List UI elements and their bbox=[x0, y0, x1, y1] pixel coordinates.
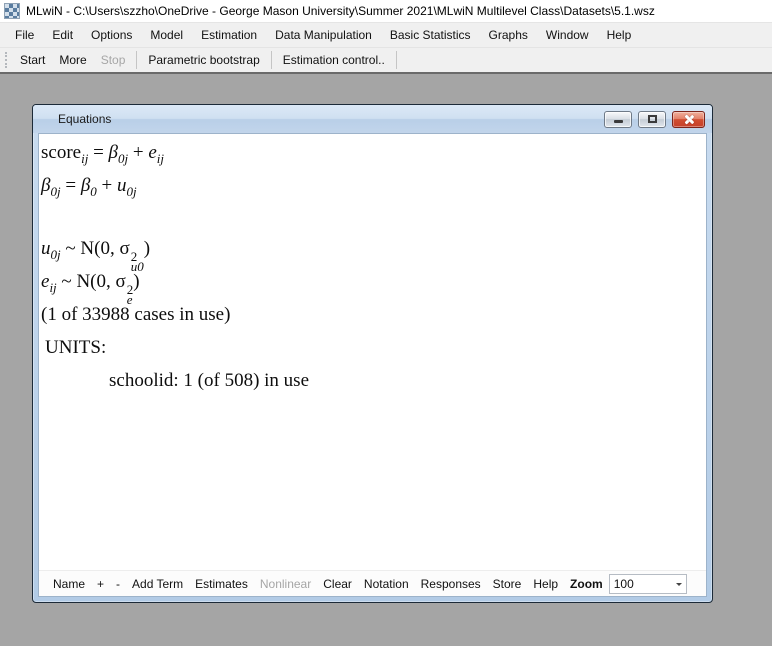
more-button[interactable]: More bbox=[52, 50, 93, 70]
eq-operator: + bbox=[97, 175, 117, 196]
notation-button[interactable]: Notation bbox=[358, 577, 415, 591]
app-title: MLwiN - C:\Users\szzho\OneDrive - George… bbox=[26, 4, 655, 18]
menu-window[interactable]: Window bbox=[537, 24, 598, 46]
restore-button[interactable] bbox=[638, 111, 666, 128]
toolbar-separator bbox=[396, 51, 397, 69]
clear-button[interactable]: Clear bbox=[317, 577, 358, 591]
chevron-down-glyph bbox=[676, 583, 682, 589]
window-controls bbox=[604, 111, 705, 128]
restore-icon bbox=[648, 115, 657, 123]
estimates-button[interactable]: Estimates bbox=[189, 577, 254, 591]
eq-term: u bbox=[41, 238, 51, 259]
eq-subscript: 0j bbox=[127, 184, 137, 199]
eq-subscript: ij bbox=[49, 280, 56, 295]
parametric-bootstrap-button[interactable]: Parametric bootstrap bbox=[141, 50, 266, 70]
menu-basic-statistics[interactable]: Basic Statistics bbox=[381, 24, 480, 46]
stop-button: Stop bbox=[94, 50, 133, 70]
close-button[interactable] bbox=[672, 111, 705, 128]
eq-term: β bbox=[109, 142, 118, 163]
minimize-icon bbox=[614, 120, 623, 123]
estimation-control-button[interactable]: Estimation control.. bbox=[276, 50, 392, 70]
app-titlebar: MLwiN - C:\Users\szzho\OneDrive - George… bbox=[0, 0, 772, 23]
units-schoolid-line: schoolid: 1 (of 508) in use bbox=[41, 364, 706, 397]
store-button[interactable]: Store bbox=[487, 577, 528, 591]
minimize-button[interactable] bbox=[604, 111, 632, 128]
eq-term: β bbox=[81, 175, 90, 196]
menu-edit[interactable]: Edit bbox=[43, 24, 82, 46]
eq-paren: ) bbox=[133, 271, 139, 292]
menu-data-manipulation[interactable]: Data Manipulation bbox=[266, 24, 381, 46]
start-button[interactable]: Start bbox=[13, 50, 52, 70]
eq-operator: = bbox=[88, 142, 108, 163]
toolbar-separator bbox=[136, 51, 137, 69]
mlwin-application-window: MLwiN - C:\Users\szzho\OneDrive - George… bbox=[0, 0, 772, 74]
menu-options[interactable]: Options bbox=[82, 24, 141, 46]
close-icon bbox=[683, 114, 694, 125]
zoom-combobox[interactable]: 100 bbox=[609, 574, 687, 594]
eq-subscript: 0j bbox=[50, 184, 60, 199]
eq-normal: N(0, bbox=[80, 238, 119, 259]
eq-sigma: σ bbox=[119, 238, 129, 259]
eq-term: score bbox=[41, 142, 81, 163]
menu-file[interactable]: File bbox=[6, 24, 43, 46]
remove-button[interactable]: - bbox=[110, 577, 126, 591]
menubar: File Edit Options Model Estimation Data … bbox=[0, 23, 772, 47]
equations-window: Equations scoreij = β0j + eij β0j = β0 +… bbox=[32, 104, 713, 603]
equations-bottom-toolbar: Name + - Add Term Estimates Nonlinear Cl… bbox=[39, 570, 706, 596]
eq-term: e bbox=[148, 142, 156, 163]
name-button[interactable]: Name bbox=[47, 577, 91, 591]
toolbar: Start More Stop Parametric bootstrap Est… bbox=[0, 47, 772, 74]
chevron-down-icon[interactable] bbox=[672, 579, 686, 589]
mdi-workspace: Equations scoreij = β0j + eij β0j = β0 +… bbox=[0, 75, 772, 646]
menu-estimation[interactable]: Estimation bbox=[192, 24, 266, 46]
equations-window-titlebar[interactable]: Equations bbox=[33, 105, 712, 133]
eq-operator: ~ bbox=[61, 238, 81, 259]
equations-window-title: Equations bbox=[58, 112, 111, 126]
eq-operator: = bbox=[61, 175, 81, 196]
menu-graphs[interactable]: Graphs bbox=[480, 24, 537, 46]
equation-intercept-line[interactable]: β0j = β0 + u0j bbox=[41, 169, 706, 202]
zoom-label: Zoom bbox=[564, 577, 606, 591]
equation-u-distribution-line[interactable]: u0j ~ N(0, σ2u0) bbox=[41, 232, 706, 265]
add-term-button[interactable]: Add Term bbox=[126, 577, 189, 591]
mlwin-app-icon bbox=[4, 3, 20, 19]
units-label: UNITS: bbox=[41, 331, 706, 364]
cases-in-use-line: (1 of 33988 cases in use) bbox=[41, 298, 706, 331]
eq-subscript: 0j bbox=[51, 247, 61, 262]
eq-operator: ~ bbox=[57, 271, 77, 292]
eq-term: u bbox=[117, 175, 127, 196]
responses-button[interactable]: Responses bbox=[415, 577, 487, 591]
eq-subscript: 0j bbox=[118, 151, 128, 166]
menu-model[interactable]: Model bbox=[141, 24, 192, 46]
eq-sigma: σ bbox=[116, 271, 126, 292]
eq-normal: N(0, bbox=[76, 271, 115, 292]
equations-canvas[interactable]: scoreij = β0j + eij β0j = β0 + u0j u0j ~… bbox=[39, 134, 706, 570]
eq-subscript: ij bbox=[157, 151, 164, 166]
zoom-value: 100 bbox=[610, 577, 672, 591]
equation-response-line[interactable]: scoreij = β0j + eij bbox=[41, 136, 706, 169]
add-button[interactable]: + bbox=[91, 577, 110, 591]
equation-blank-line bbox=[41, 202, 706, 232]
eq-paren: ) bbox=[144, 238, 150, 259]
toolbar-gripper[interactable] bbox=[5, 52, 8, 68]
menu-help[interactable]: Help bbox=[598, 24, 641, 46]
equations-body: scoreij = β0j + eij β0j = β0 + u0j u0j ~… bbox=[38, 133, 707, 597]
nonlinear-button: Nonlinear bbox=[254, 577, 317, 591]
toolbar-separator bbox=[271, 51, 272, 69]
eq-operator: + bbox=[128, 142, 148, 163]
help-button[interactable]: Help bbox=[527, 577, 564, 591]
